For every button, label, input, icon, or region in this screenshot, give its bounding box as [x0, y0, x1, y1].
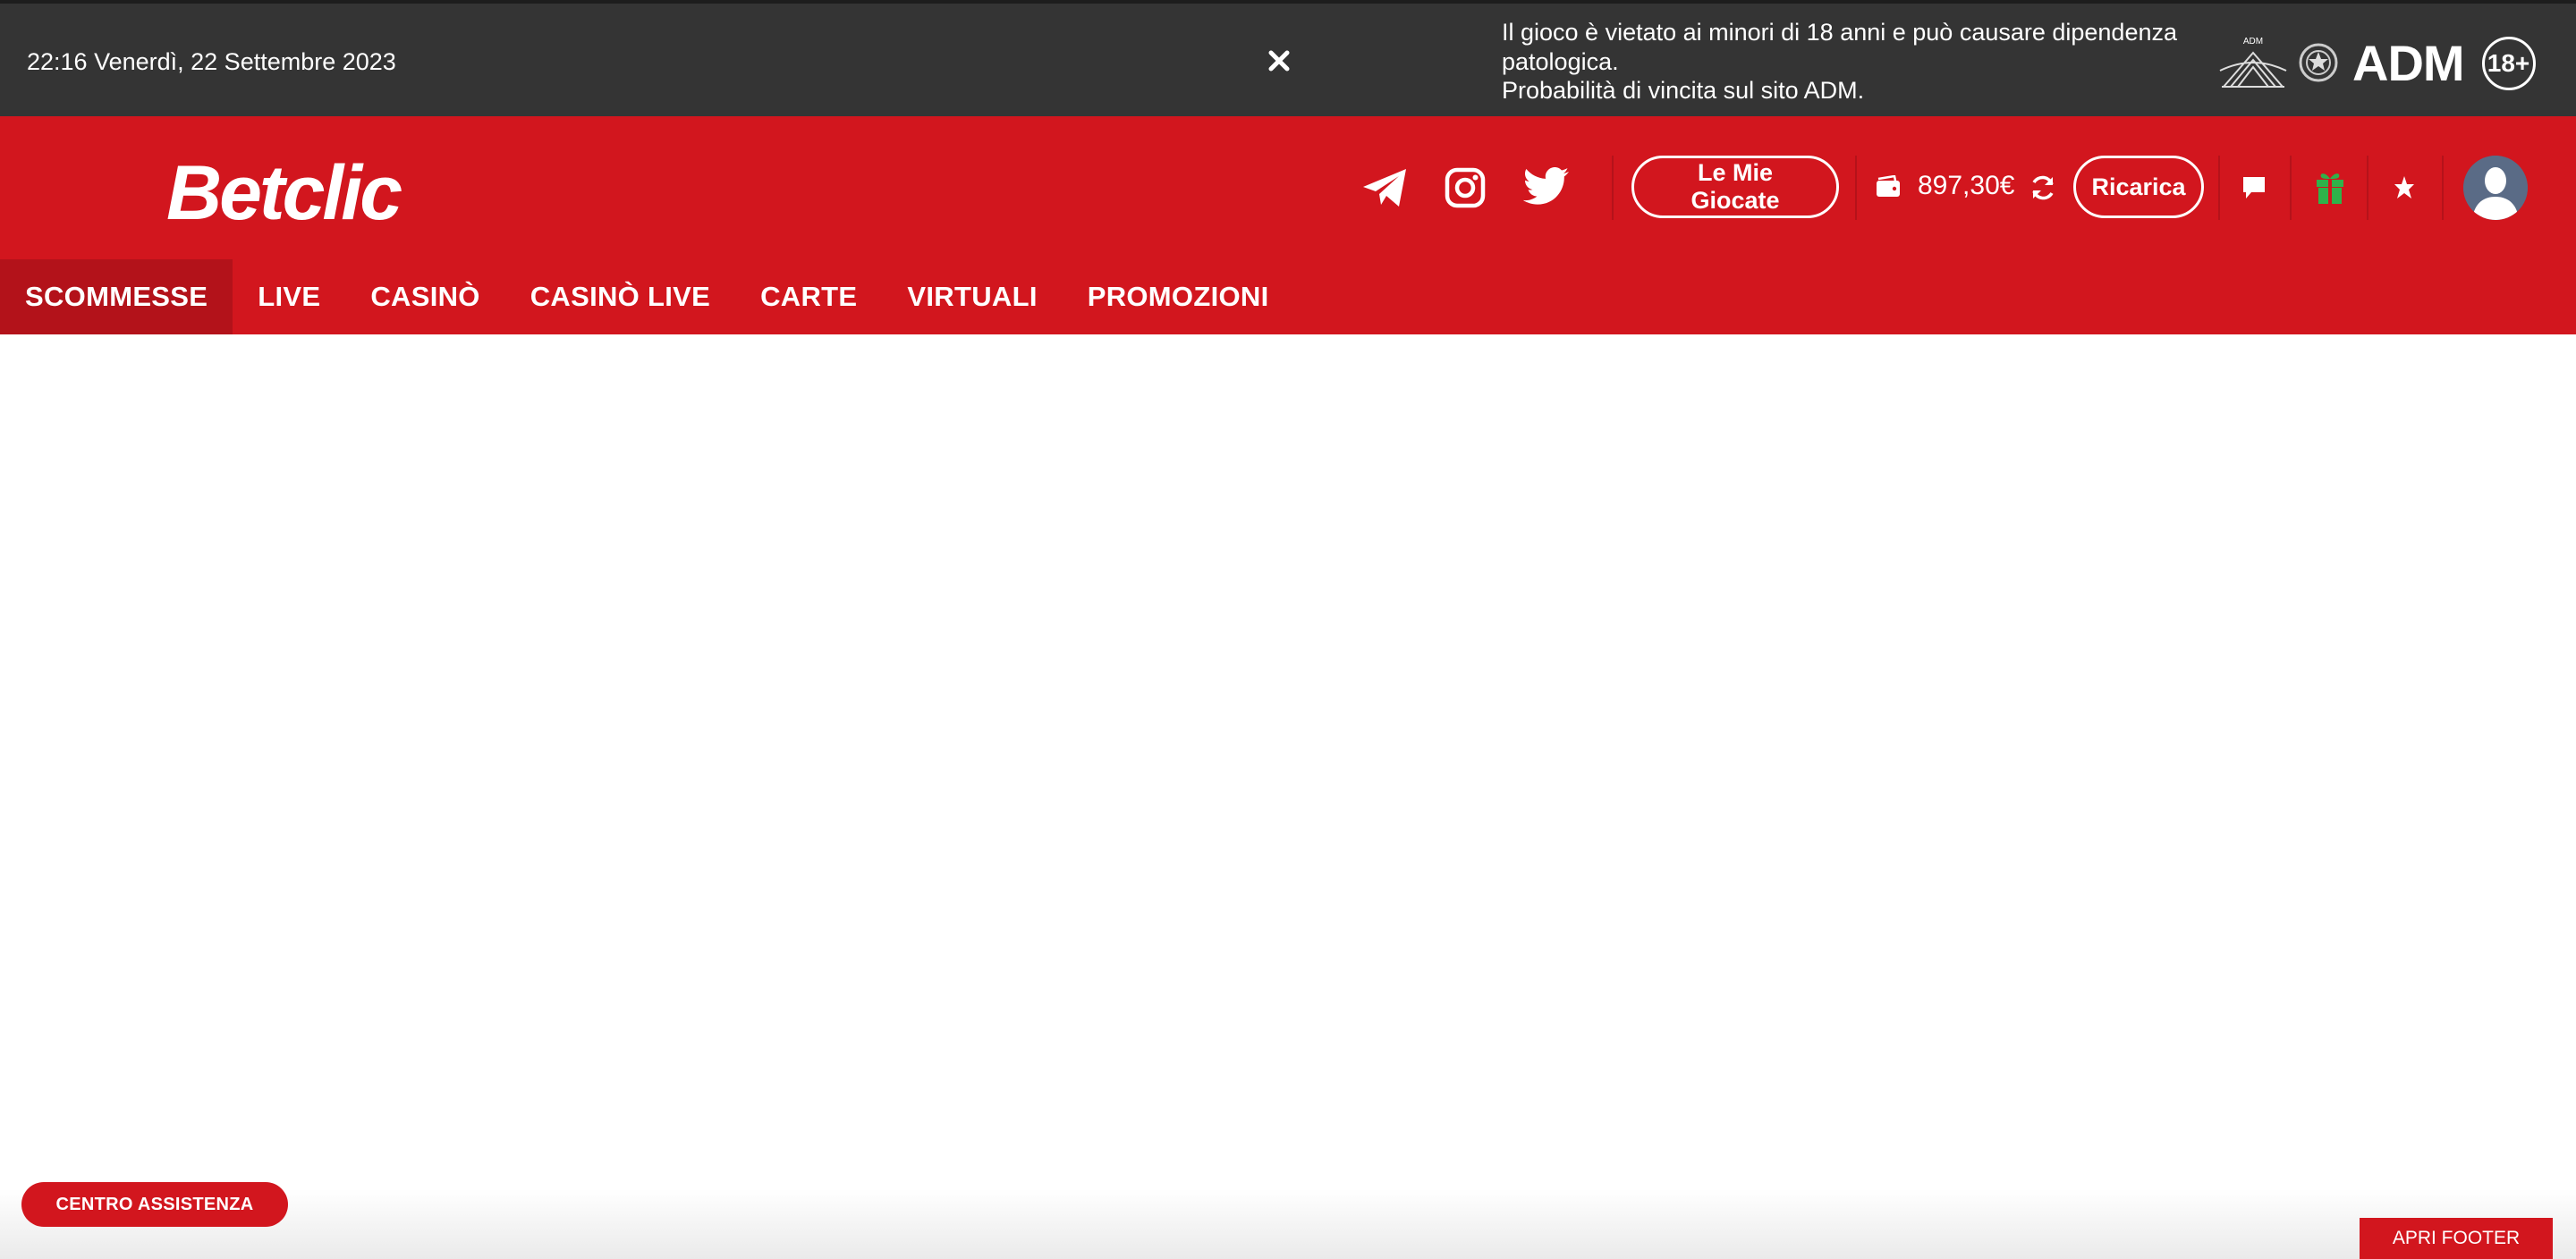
- refresh-balance-button[interactable]: [2027, 172, 2059, 204]
- chat-icon[interactable]: [2241, 174, 2267, 201]
- age-restriction-badge: 18+: [2481, 37, 2536, 90]
- current-datetime: 22:16 Venerdì, 22 Settembre 2023: [27, 48, 396, 75]
- account-balance: 897,30€: [1918, 171, 2015, 200]
- divider: [1612, 156, 1614, 220]
- adm-logos: ADM ADM 18+: [2218, 23, 2536, 104]
- chat-button[interactable]: [2236, 172, 2272, 204]
- nav-tab-casin-live[interactable]: CASINÒ LIVE: [505, 259, 735, 334]
- nav-tab-casin[interactable]: CASINÒ: [345, 259, 504, 334]
- gift-icon[interactable]: [2315, 170, 2345, 206]
- help-center-button[interactable]: CENTRO ASSISTENZA: [21, 1182, 288, 1227]
- divider: [2218, 156, 2220, 220]
- star-icon[interactable]: [2393, 174, 2416, 201]
- nav-tab-promozioni[interactable]: PROMOZIONI: [1063, 259, 1294, 334]
- refresh-icon[interactable]: [2029, 173, 2057, 202]
- telegram-icon[interactable]: [1361, 167, 1408, 208]
- main-navigation: SCOMMESSE LIVE CASINÒ CASINÒ LIVE CARTE VIRTU…: [0, 259, 1294, 334]
- betclic-logo[interactable]: Betclic: [166, 148, 402, 238]
- recharge-button[interactable]: Ricarica: [2073, 156, 2204, 218]
- user-avatar[interactable]: [2463, 156, 2528, 220]
- italian-emblem-icon: [2299, 43, 2338, 82]
- warning-line: Probabilità di vincita sul sito ADM.: [1502, 77, 1865, 104]
- footer-fade: [0, 1189, 2576, 1259]
- divider: [2367, 156, 2368, 220]
- favorites-button[interactable]: [2386, 172, 2422, 204]
- my-bets-button[interactable]: Le Mie Giocate: [1631, 156, 1839, 218]
- gift-button[interactable]: [2311, 168, 2349, 207]
- nav-tab-virtuali[interactable]: VIRTUALI: [882, 259, 1062, 334]
- twitter-icon[interactable]: [1521, 166, 1570, 207]
- gambling-warning: Il gioco è vietato ai minori di 18 anni …: [1502, 18, 2182, 106]
- close-info-bar-button[interactable]: [1261, 43, 1297, 79]
- close-icon[interactable]: [1267, 49, 1291, 72]
- twitter-link[interactable]: [1519, 161, 1572, 213]
- info-bar: 22:16 Venerdì, 22 Settembre 2023 Il gioc…: [0, 0, 2576, 116]
- nav-tab-carte[interactable]: CARTE: [735, 259, 882, 334]
- instagram-link[interactable]: [1440, 163, 1490, 213]
- telegram-link[interactable]: [1360, 163, 1410, 213]
- adm-emblem-icon: ADM: [2219, 37, 2287, 88]
- adm-label: ADM: [2352, 35, 2465, 91]
- open-footer-button[interactable]: APRI FOOTER: [2360, 1218, 2553, 1259]
- warning-line: Il gioco è vietato ai minori di 18 anni …: [1502, 19, 2177, 46]
- wallet-button[interactable]: [1873, 172, 1903, 202]
- divider: [2442, 156, 2444, 220]
- main-header: Betclic Le Mie Giocate 897,30€ Ricarica …: [0, 116, 2576, 334]
- warning-line: patologica.: [1502, 47, 1619, 75]
- instagram-icon[interactable]: [1445, 167, 1486, 208]
- adm-emblem-text: ADM: [2243, 37, 2263, 46]
- user-icon[interactable]: [2463, 156, 2528, 220]
- divider: [2290, 156, 2292, 220]
- divider: [1855, 156, 1857, 220]
- nav-tab-live[interactable]: LIVE: [233, 259, 345, 334]
- wallet-icon[interactable]: [1875, 175, 1902, 199]
- nav-tab-scommesse[interactable]: SCOMMESSE: [0, 259, 233, 334]
